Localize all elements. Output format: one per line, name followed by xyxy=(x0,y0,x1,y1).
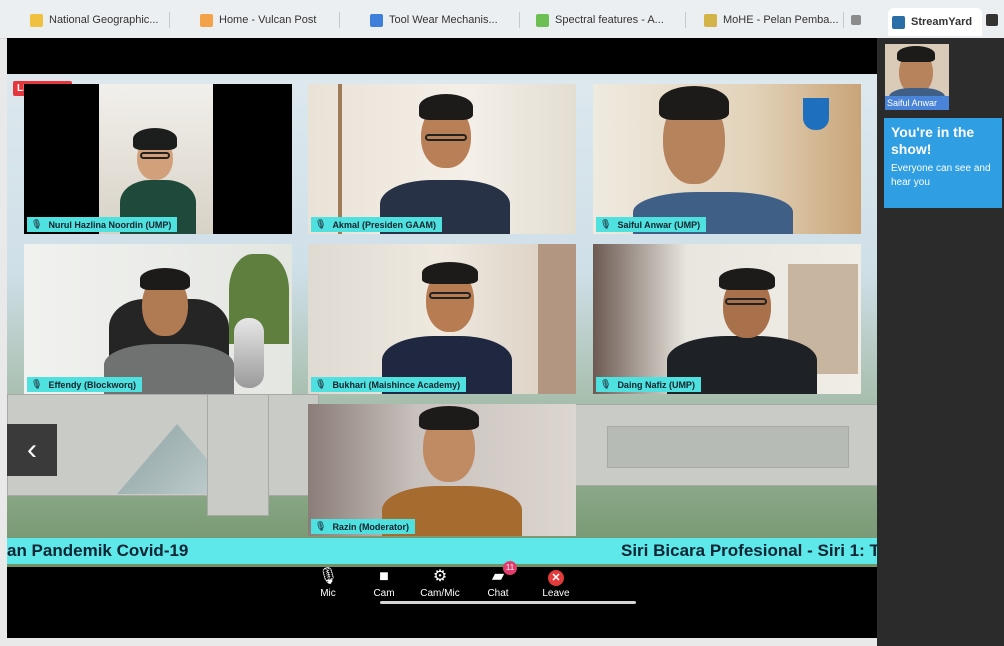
participant-name: Saiful Anwar (UMP) xyxy=(617,219,701,230)
camera-label: Cam xyxy=(373,588,395,599)
spectral-favicon xyxy=(536,13,549,27)
chevron-left-icon: ‹ xyxy=(27,433,37,466)
participant-tile-razin[interactable]: 🎙 Razin (Moderator) xyxy=(308,404,576,536)
overflow-tab-icon[interactable] xyxy=(986,6,1002,34)
mohe-favicon xyxy=(704,13,717,27)
right-sidebar: Saiful Anwar You're in the show! Everyon… xyxy=(877,38,1004,646)
participant-name-chip: 🎙 Effendy (Blockworq) xyxy=(27,377,142,392)
chat-button[interactable]: ▰ 11 Chat xyxy=(470,561,526,599)
mic-muted-icon: 🎙 xyxy=(315,521,327,531)
participant-tile-nurul[interactable]: 🎙 Nurul Hazlina Noordin (UMP) xyxy=(24,84,292,234)
participant-name: Nurul Hazlina Noordin (UMP) xyxy=(48,219,172,230)
participant-name-chip: 🎙 Razin (Moderator) xyxy=(311,519,415,534)
tab-label: Tool Wear Mechanis... xyxy=(389,14,498,26)
browser-tab-spectral-features[interactable]: Spectral features - A... xyxy=(536,6,686,34)
browser-tab-vulcan-post[interactable]: Home - Vulcan Post xyxy=(200,6,340,34)
browser-tab-strip: National Geographic... Home - Vulcan Pos… xyxy=(0,0,1004,39)
tab-label: National Geographic... xyxy=(49,14,159,26)
participant-name-chip: 🎙 Saiful Anwar (UMP) xyxy=(596,217,707,232)
chat-label: Chat xyxy=(487,588,509,599)
mic-muted-icon: 🎙 xyxy=(315,219,327,229)
participant-tile-saiful[interactable]: 🎙 Saiful Anwar (UMP) xyxy=(593,84,861,234)
mic-muted-icon: 🎙 xyxy=(600,379,612,389)
mic-muted-icon: 🎙 xyxy=(31,379,43,389)
gear-icon: ⚙ xyxy=(432,568,448,585)
camera-icon: ■ xyxy=(379,568,389,585)
mic-button[interactable]: 🎙 Mic xyxy=(300,566,356,599)
prev-arrow-button[interactable]: ‹ xyxy=(7,424,57,476)
show-title: You're in the show! xyxy=(891,124,975,157)
tab-label: MoHE - Pelan Pemba... xyxy=(723,14,839,26)
chat-unread-badge: 11 xyxy=(503,561,517,575)
browser-tab-streamyard[interactable]: StreamYard xyxy=(888,8,982,36)
banner-left-text: an Pandemik Covid-19 xyxy=(7,541,189,560)
show-subtitle: Everyone can see and hear you xyxy=(891,163,991,188)
participant-name-chip: 🎙 Bukhari (Maishince Academy) xyxy=(311,377,467,392)
participant-name-chip: 🎙 Akmal (Presiden GAAM) xyxy=(311,217,442,232)
horizontal-scrollbar[interactable] xyxy=(380,601,636,604)
self-name-label: Saiful Anwar xyxy=(885,96,949,110)
participant-name: Effendy (Blockworq) xyxy=(48,379,136,390)
broadcast-stage: LIVE 32:41 🎙 Nurul Hazlina Noordin (UMP)… xyxy=(7,38,877,638)
banner-right-text: Siri Bicara Profesional - Siri 1: Te xyxy=(621,541,877,560)
chat-icon: ▰ xyxy=(491,568,505,585)
browser-tab-national-geographic[interactable]: National Geographic... xyxy=(30,6,170,34)
camera-button[interactable]: ■ Cam xyxy=(356,566,412,599)
participant-name-chip: 🎙 Nurul Hazlina Noordin (UMP) xyxy=(27,217,178,232)
participant-tile-effendy[interactable]: 🎙 Effendy (Blockworq) xyxy=(24,244,292,394)
leave-button[interactable]: ✕ Leave xyxy=(528,566,584,599)
participant-name: Bukhari (Maishince Academy) xyxy=(332,379,461,390)
tab-close-icon[interactable] xyxy=(851,6,865,34)
streamyard-favicon xyxy=(892,15,905,29)
vulcan-post-favicon xyxy=(200,13,213,27)
tab-label: Spectral features - A... xyxy=(555,14,664,26)
tool-wear-favicon xyxy=(370,13,383,27)
participant-name-chip: 🎙 Daing Nafiz (UMP) xyxy=(596,377,701,392)
ticker-banner: an Pandemik Covid-19 Siri Bicara Profesi… xyxy=(7,538,877,564)
participant-name: Daing Nafiz (UMP) xyxy=(617,379,695,390)
tab-label: Home - Vulcan Post xyxy=(219,14,317,26)
participant-tile-akmal[interactable]: 🎙 Akmal (Presiden GAAM) xyxy=(308,84,576,234)
participant-name: Akmal (Presiden GAAM) xyxy=(332,219,436,230)
national-geographic-favicon xyxy=(30,13,43,27)
mic-muted-icon: 🎙 xyxy=(31,219,43,229)
mic-icon: 🎙 xyxy=(317,568,339,585)
participant-tile-bukhari[interactable]: 🎙 Bukhari (Maishince Academy) xyxy=(308,244,576,394)
leave-icon: ✕ xyxy=(548,570,564,586)
participant-name: Razin (Moderator) xyxy=(332,521,409,532)
browser-tab-mohe[interactable]: MoHE - Pelan Pemba... xyxy=(704,6,844,34)
tab-label: StreamYard xyxy=(911,16,973,28)
browser-tab-tool-wear[interactable]: Tool Wear Mechanis... xyxy=(370,6,520,34)
cam-mic-label: Cam/Mic xyxy=(420,588,460,599)
mic-muted-icon: 🎙 xyxy=(315,379,327,389)
mic-muted-icon: 🎙 xyxy=(600,219,612,229)
cam-mic-settings-button[interactable]: ⚙ Cam/Mic xyxy=(412,566,468,599)
participant-tile-daing[interactable]: 🎙 Daing Nafiz (UMP) xyxy=(593,244,861,394)
self-preview-thumbnail[interactable]: Saiful Anwar xyxy=(885,44,949,110)
control-bar: 🎙 Mic ■ Cam ⚙ Cam/Mic ▰ 11 Chat ✕ Leave xyxy=(300,561,600,606)
leave-label: Leave xyxy=(542,588,570,599)
mic-label: Mic xyxy=(320,588,336,599)
in-show-notice: You're in the show! Everyone can see and… xyxy=(884,118,1002,208)
